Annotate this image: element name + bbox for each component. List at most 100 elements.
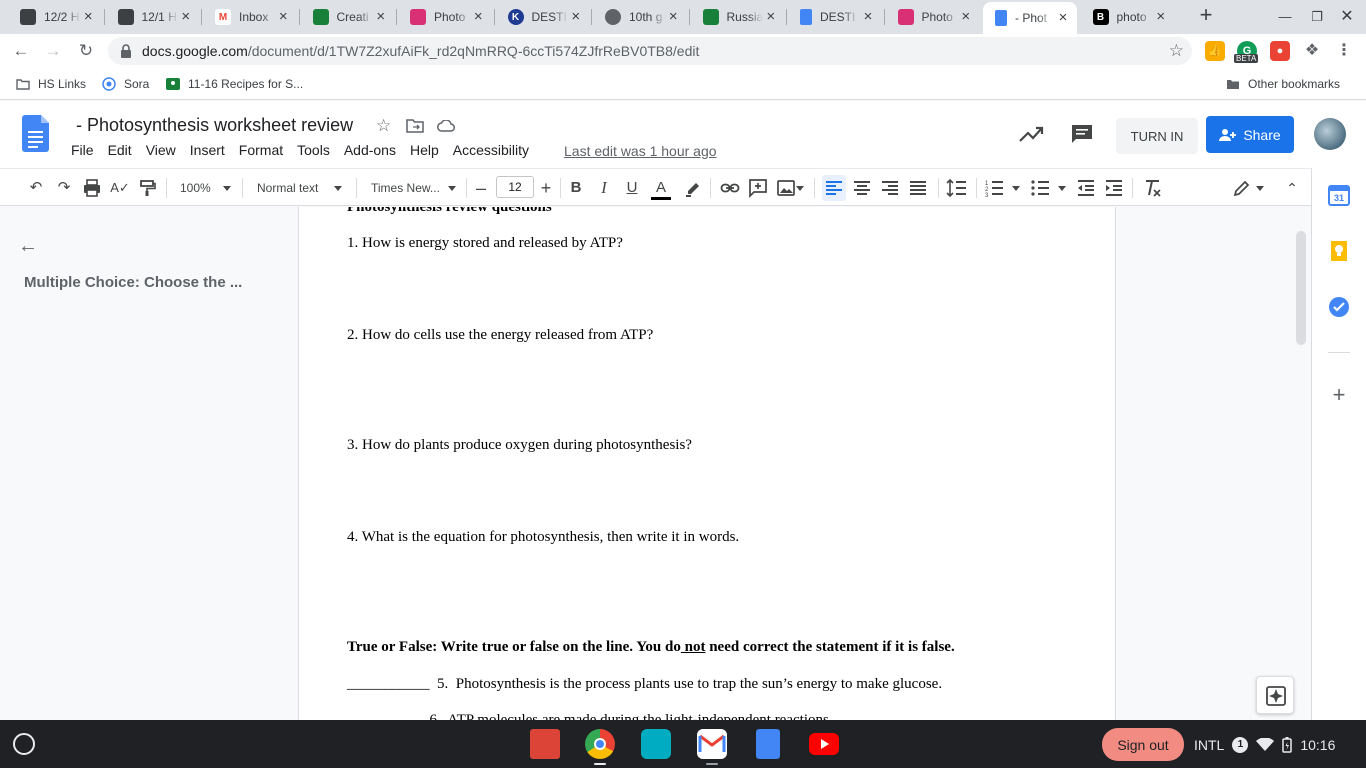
insert-image-icon[interactable]: [776, 177, 796, 199]
menu-file[interactable]: File: [64, 141, 101, 163]
get-addons-plus-icon[interactable]: +: [1328, 384, 1350, 406]
new-tab-button[interactable]: +: [1196, 4, 1216, 26]
undo-icon[interactable]: ↶: [26, 177, 46, 199]
launcher-button[interactable]: [13, 733, 35, 755]
font-select[interactable]: Times New...: [371, 177, 456, 199]
italic-icon[interactable]: I: [594, 177, 614, 199]
bookmark-star-icon[interactable]: ☆: [1169, 41, 1184, 61]
browser-tab[interactable]: DESTI ×: [788, 4, 882, 30]
gmail-app-icon[interactable]: [697, 729, 727, 759]
activity-trend-icon[interactable]: [1018, 123, 1044, 145]
account-avatar[interactable]: [1314, 118, 1346, 150]
bookmark-sora[interactable]: Sora: [102, 75, 149, 93]
move-folder-icon[interactable]: [406, 119, 424, 133]
chrome-app-icon[interactable]: [585, 729, 615, 759]
tab-close-icon[interactable]: ×: [1153, 9, 1168, 25]
redo-icon[interactable]: ↷: [54, 177, 74, 199]
menu-accessibility[interactable]: Accessibility: [446, 141, 536, 163]
tasks-icon[interactable]: [1328, 296, 1350, 318]
tab-close-icon[interactable]: ×: [471, 9, 486, 25]
pdf-app-icon[interactable]: [530, 729, 560, 759]
docs-app-icon[interactable]: [756, 729, 780, 759]
tab-close-icon[interactable]: ×: [178, 9, 193, 25]
increase-indent-icon[interactable]: [1104, 177, 1124, 199]
chevron-down-icon[interactable]: [1256, 186, 1264, 191]
align-left-icon[interactable]: [822, 175, 846, 201]
share-button[interactable]: Share: [1206, 116, 1294, 153]
tab-close-icon[interactable]: ×: [763, 9, 778, 25]
lock-icon[interactable]: [120, 44, 132, 58]
chevron-down-icon[interactable]: [1012, 186, 1020, 191]
browser-tab[interactable]: 12/1 H ×: [106, 4, 200, 30]
menu-format[interactable]: Format: [232, 141, 290, 163]
menu-addons[interactable]: Add-ons: [337, 141, 403, 163]
cloud-saved-icon[interactable]: [437, 120, 455, 132]
decrease-font-size-button[interactable]: –: [472, 177, 490, 199]
back-button[interactable]: ←: [10, 40, 32, 62]
tab-close-icon[interactable]: ×: [276, 9, 291, 25]
calendar-icon[interactable]: 31: [1328, 184, 1350, 206]
menu-view[interactable]: View: [139, 141, 183, 163]
sign-out-button[interactable]: Sign out: [1102, 728, 1184, 761]
window-close-button[interactable]: ✕: [1338, 8, 1356, 26]
highlight-color-icon[interactable]: [682, 177, 702, 199]
document-page[interactable]: Photosynthesis review questions 1. How i…: [298, 207, 1116, 720]
explore-button[interactable]: [1256, 676, 1294, 714]
minimize-button[interactable]: —: [1276, 8, 1294, 26]
forward-button[interactable]: →: [42, 40, 64, 62]
underline-icon[interactable]: U: [622, 177, 642, 199]
bold-icon[interactable]: B: [566, 177, 586, 199]
paint-format-icon[interactable]: [138, 177, 158, 199]
zoom-select[interactable]: 100%: [180, 177, 231, 199]
print-icon[interactable]: [82, 177, 102, 199]
dots-app-icon[interactable]: [641, 729, 671, 759]
keep-icon[interactable]: [1328, 240, 1350, 262]
tab-close-icon[interactable]: ×: [666, 9, 681, 25]
tab-close-icon[interactable]: ×: [373, 9, 388, 25]
browser-tab[interactable]: Russia ×: [691, 4, 785, 30]
browser-tab[interactable]: Creati ×: [301, 4, 395, 30]
extensions-puzzle-icon[interactable]: ❖: [1302, 41, 1322, 61]
chevron-down-icon[interactable]: [796, 186, 804, 191]
hide-menus-chevron-up-icon[interactable]: ⌃: [1282, 177, 1302, 199]
scrollbar-thumb[interactable]: [1296, 231, 1306, 345]
browser-tab[interactable]: 12/2 H ×: [8, 4, 102, 30]
menu-edit[interactable]: Edit: [101, 141, 139, 163]
browser-tab[interactable]: K DESTI ×: [496, 4, 590, 30]
browser-tab[interactable]: Photo ×: [886, 4, 980, 30]
tab-close-icon[interactable]: ×: [958, 9, 973, 25]
bulleted-list-icon[interactable]: [1030, 177, 1050, 199]
tab-close-icon[interactable]: ×: [860, 9, 876, 25]
insert-link-icon[interactable]: [720, 177, 740, 199]
browser-tab[interactable]: Photo ×: [398, 4, 492, 30]
last-edit-link[interactable]: Last edit was 1 hour ago: [564, 143, 717, 159]
document-title[interactable]: - Photosynthesis worksheet review: [76, 115, 353, 136]
menu-insert[interactable]: Insert: [183, 141, 232, 163]
decrease-indent-icon[interactable]: [1076, 177, 1096, 199]
status-tray[interactable]: INTL 1 10:16: [1194, 728, 1360, 761]
docs-logo-icon[interactable]: [22, 115, 49, 152]
comments-icon[interactable]: [1070, 123, 1094, 145]
tab-close-icon[interactable]: ×: [568, 9, 583, 25]
font-size-input[interactable]: 12: [496, 176, 534, 198]
chevron-down-icon[interactable]: [1058, 186, 1066, 191]
increase-font-size-button[interactable]: +: [537, 177, 555, 199]
browser-tab[interactable]: 10th g ×: [593, 4, 687, 30]
address-bar[interactable]: docs.google.com/document/d/1TW7Z2xufAiFk…: [108, 37, 1192, 65]
other-bookmarks[interactable]: Other bookmarks: [1226, 75, 1340, 93]
numbered-list-icon[interactable]: 123: [984, 177, 1004, 199]
line-spacing-icon[interactable]: [946, 177, 968, 199]
shield-extension-icon[interactable]: ●: [1270, 41, 1290, 61]
menu-help[interactable]: Help: [403, 141, 446, 163]
thumbs-up-extension-icon[interactable]: 👍: [1205, 41, 1225, 61]
close-outline-arrow-icon[interactable]: ←: [18, 235, 38, 258]
add-comment-icon[interactable]: [748, 177, 768, 199]
youtube-app-icon[interactable]: [809, 733, 839, 755]
clear-formatting-icon[interactable]: [1142, 177, 1162, 199]
editing-mode-pencil-icon[interactable]: [1232, 177, 1252, 199]
restore-button[interactable]: ❐: [1308, 8, 1326, 26]
spellcheck-icon[interactable]: A✓: [110, 177, 130, 199]
chrome-menu-icon[interactable]: ⋮: [1334, 41, 1354, 61]
outline-heading-item[interactable]: Multiple Choice: Choose the ...: [24, 274, 242, 291]
reload-button[interactable]: ↻: [75, 40, 97, 62]
